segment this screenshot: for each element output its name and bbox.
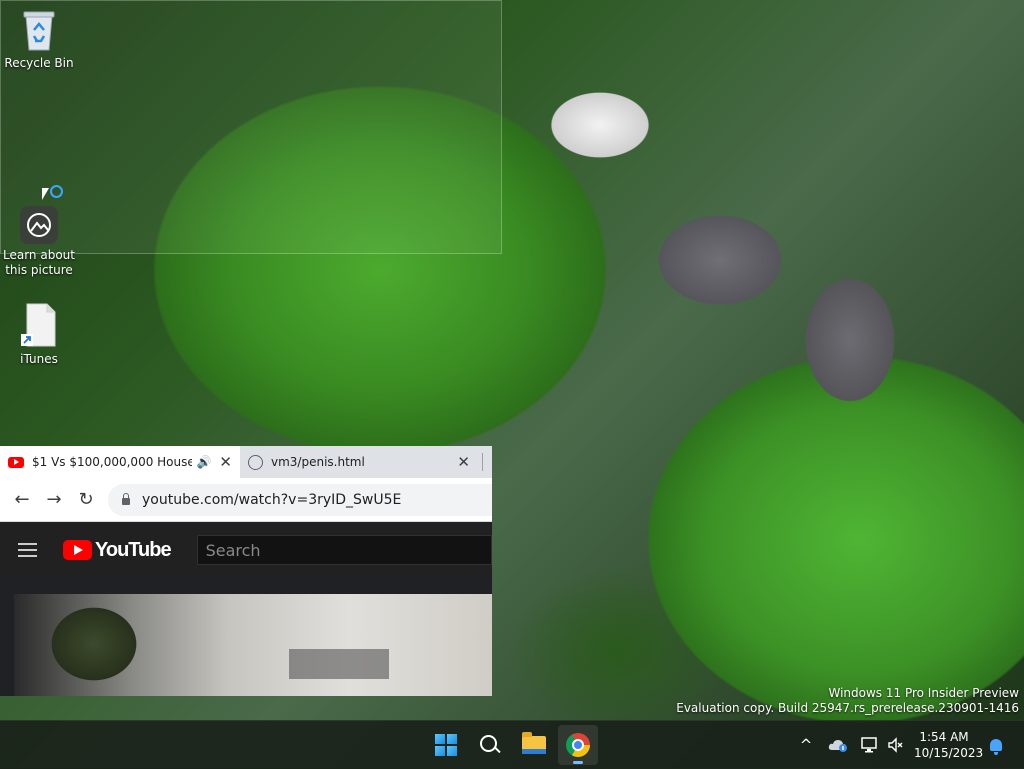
address-bar-url: youtube.com/watch?v=3ryID_SwU5E xyxy=(142,491,402,508)
show-hidden-icons-button[interactable]: ^ xyxy=(796,721,816,769)
browser-toolbar: ← → ↻ youtube.com/watch?v=3ryID_SwU5E xyxy=(0,478,492,522)
recycle-bin-icon xyxy=(1,6,77,52)
desktop-icon-label: iTunes xyxy=(20,352,58,366)
desktop-icon-label: Recycle Bin xyxy=(4,56,74,70)
tab-audio-icon[interactable]: 🔊 xyxy=(196,455,211,469)
onedrive-status-icon[interactable] xyxy=(826,721,850,769)
tab-title: $1 Vs $100,000,000 House! - xyxy=(32,455,193,469)
video-player[interactable] xyxy=(14,594,492,696)
desktop-icon-learn-about-this-picture[interactable]: Learn about this picture xyxy=(1,206,77,278)
youtube-logo[interactable]: YouTube xyxy=(63,538,172,562)
chrome-browser-window[interactable]: $1 Vs $100,000,000 House! - 🔊 ✕ vm3/peni… xyxy=(0,446,492,696)
learn-picture-icon xyxy=(1,206,77,244)
tab-strip: $1 Vs $100,000,000 House! - 🔊 ✕ vm3/peni… xyxy=(0,446,492,478)
tab-close-button[interactable]: ✕ xyxy=(457,453,470,471)
tab-close-button[interactable]: ✕ xyxy=(219,453,232,471)
tab-divider xyxy=(482,453,483,471)
youtube-favicon xyxy=(8,456,24,468)
file-explorer-icon xyxy=(522,732,546,754)
tab-title: vm3/penis.html xyxy=(271,455,365,469)
youtube-play-icon xyxy=(63,540,92,560)
taskbar-chrome[interactable] xyxy=(558,725,598,765)
reload-button[interactable]: ↻ xyxy=(70,484,102,516)
clock-date: 10/15/2023 xyxy=(914,746,984,760)
taskbar-search-button[interactable] xyxy=(470,725,510,765)
volume-muted-icon[interactable] xyxy=(884,721,908,769)
start-button[interactable] xyxy=(426,725,466,765)
youtube-logo-text: YouTube xyxy=(95,538,172,561)
tab-youtube-video[interactable]: $1 Vs $100,000,000 House! - 🔊 ✕ xyxy=(0,446,240,478)
menu-icon[interactable] xyxy=(18,543,37,557)
notification-button[interactable] xyxy=(986,721,1006,769)
taskbar: ^ 1:54 AM 10/15/2023 xyxy=(0,720,1024,769)
address-bar[interactable]: youtube.com/watch?v=3ryID_SwU5E xyxy=(108,483,492,516)
system-clock[interactable]: 1:54 AM 10/15/2023 xyxy=(914,729,984,761)
start-icon xyxy=(435,734,457,756)
desktop-icon-label: Learn about this picture xyxy=(3,248,75,277)
desktop-icon-recycle-bin[interactable]: Recycle Bin xyxy=(1,6,77,71)
mouse-cursor-icon xyxy=(42,188,49,200)
watermark-line-2: Evaluation copy. Build 25947.rs_prerelea… xyxy=(676,701,1019,715)
chrome-icon xyxy=(566,733,590,757)
network-icon[interactable] xyxy=(858,721,882,769)
youtube-header: YouTube Search xyxy=(0,522,492,578)
forward-button[interactable]: → xyxy=(38,484,70,516)
lock-icon[interactable] xyxy=(122,493,130,505)
watermark-line-1: Windows 11 Pro Insider Preview xyxy=(828,686,1019,700)
file-shortcut-icon xyxy=(1,302,77,348)
clock-time: 1:54 AM xyxy=(919,730,969,744)
bell-icon xyxy=(990,739,1002,755)
globe-icon xyxy=(248,454,263,470)
taskbar-file-explorer[interactable] xyxy=(514,725,554,765)
search-icon xyxy=(479,734,497,752)
desktop-icon-itunes[interactable]: iTunes xyxy=(1,302,77,367)
tab-vm3-page[interactable]: vm3/penis.html ✕ xyxy=(240,446,478,478)
back-button[interactable]: ← xyxy=(6,484,38,516)
windows-watermark: Windows 11 Pro Insider Preview Evaluatio… xyxy=(676,686,1019,716)
youtube-search-input[interactable]: Search xyxy=(196,535,492,565)
busy-spinner-icon xyxy=(50,185,63,198)
